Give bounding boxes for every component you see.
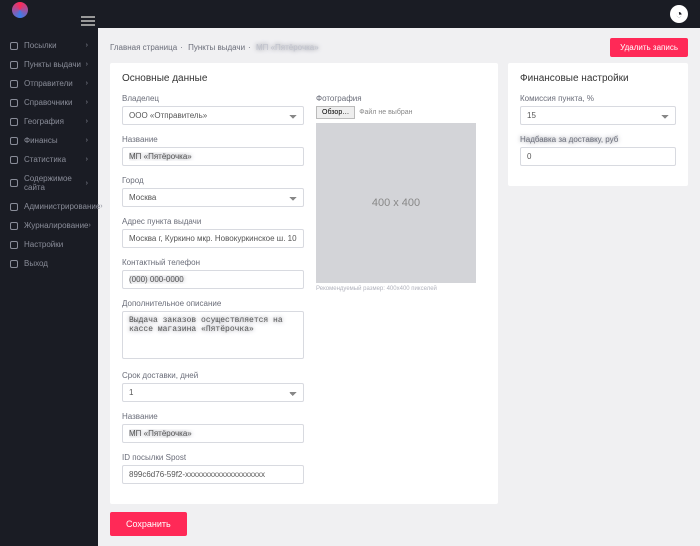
sidebar-item-stats[interactable]: Статистика› [0,150,98,169]
gear-icon [10,241,18,249]
delivery-select[interactable]: 1 [122,383,304,402]
desc-textarea[interactable]: Выдача заказов осуществляется на кассе м… [122,311,304,359]
sidebar-item-pickup[interactable]: Пункты выдачи› [0,55,98,74]
page-icon [10,179,18,187]
photo-hint: Рекомендуемый размер: 400x400 пикселей [316,286,486,292]
bonus-input[interactable] [520,147,676,166]
gear-icon [10,203,18,211]
desc-label: Дополнительное описание [122,299,304,308]
sidebar-item-log[interactable]: Журналирование› [0,216,98,235]
chevron-right-icon: › [86,137,88,144]
crumb-current: МП «Пятёрочка» [256,43,319,52]
sidebar-item-content[interactable]: Содержимое сайта› [0,169,98,197]
app-logo[interactable] [12,2,28,18]
phone-label: Контактный телефон [122,258,304,267]
crumb-section[interactable]: Пункты выдачи [188,43,245,52]
sidebar: Посылки› Пункты выдачи› Отправители› Спр… [0,28,98,546]
book-icon [10,99,18,107]
name2-input[interactable] [122,424,304,443]
save-button[interactable]: Сохранить [110,512,187,536]
sidebar-item-geo[interactable]: География› [0,112,98,131]
chevron-right-icon: › [86,118,88,125]
chevron-right-icon: › [86,80,88,87]
finance-card: Финансовые настройки Комиссия пункта, % 1… [508,63,688,186]
avatar-icon: ◔ [675,7,682,21]
chevron-right-icon: › [86,99,88,106]
commission-label: Комиссия пункта, % [520,94,676,103]
chevron-right-icon: › [89,222,91,229]
sidebar-item-finance[interactable]: Финансы› [0,131,98,150]
file-status: Файл не выбран [359,109,412,116]
delete-button[interactable]: Удалить запись [610,38,688,57]
chevron-right-icon: › [86,180,88,187]
globe-icon [10,118,18,126]
city-label: Город [122,176,304,185]
card-title: Финансовые настройки [520,73,676,84]
name-label: Название [122,135,304,144]
chevron-right-icon: › [86,156,88,163]
delivery-label: Срок доставки, дней [122,371,304,380]
log-icon [10,222,18,230]
owner-label: Владелец [122,94,304,103]
main-data-card: Основные данные Владелец ООО «Отправитель… [110,63,498,504]
commission-select[interactable]: 15 [520,106,676,125]
phone-input[interactable] [122,270,304,289]
address-label: Адрес пункта выдачи [122,217,304,226]
address-input[interactable] [122,229,304,248]
sidebar-item-settings[interactable]: Настройки [0,235,98,254]
city-select[interactable]: Москва [122,188,304,207]
user-avatar[interactable]: ◔ [670,5,688,23]
chart-icon [10,156,18,164]
chevron-right-icon: › [86,61,88,68]
photo-placeholder: 400 x 400 [316,123,476,283]
sidebar-item-admin[interactable]: Администрирование› [0,197,98,216]
card-title: Основные данные [122,73,486,84]
bonus-label: Надбавка за доставку, руб [520,135,676,144]
chevron-right-icon: › [86,42,88,49]
sidebar-item-logout[interactable]: Выход [0,254,98,273]
photo-label: Фотография [316,94,486,103]
sidebar-item-refs[interactable]: Справочники› [0,93,98,112]
browse-button[interactable]: Обзор… [316,106,355,119]
exit-icon [10,260,18,268]
owner-select[interactable]: ООО «Отправитель» [122,106,304,125]
crumb-home[interactable]: Главная страница [110,43,177,52]
menu-toggle-icon[interactable] [81,16,95,26]
name-input[interactable] [122,147,304,166]
sidebar-item-senders[interactable]: Отправители› [0,74,98,93]
name2-label: Название [122,412,304,421]
pin-icon [10,61,18,69]
box-icon [10,42,18,50]
money-icon [10,137,18,145]
sidebar-item-parcels[interactable]: Посылки› [0,36,98,55]
breadcrumb: Главная страница· Пункты выдачи· МП «Пят… [110,38,688,57]
spsr-label: ID посылки Spost [122,453,304,462]
user-icon [10,80,18,88]
spsr-input[interactable] [122,465,304,484]
